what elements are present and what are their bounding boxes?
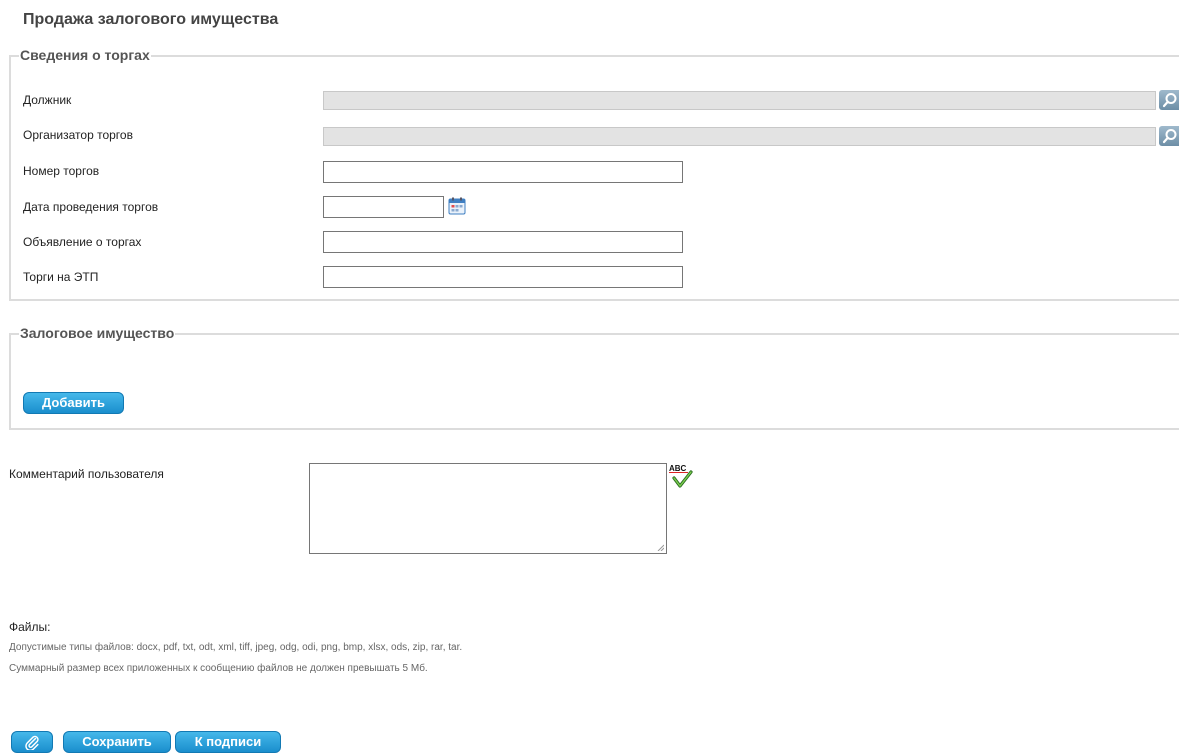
pledge-fieldset: Залоговое имущество — [9, 325, 1179, 430]
pledge-legend: Залоговое имущество — [19, 325, 176, 341]
debtor-search-button[interactable] — [1159, 90, 1179, 110]
debtor-label: Должник — [23, 93, 72, 107]
etp-input[interactable] — [323, 266, 683, 288]
save-button[interactable]: Сохранить — [63, 731, 171, 753]
auction-number-label: Номер торгов — [23, 164, 100, 178]
spellcheck-label: ABC — [669, 464, 687, 473]
announcement-label: Объявление о торгах — [23, 235, 142, 249]
file-size-limit: Суммарный размер всех приложенных к сооб… — [9, 663, 428, 674]
page-title: Продажа залогового имущества — [23, 11, 279, 28]
to-sign-button[interactable]: К подписи — [175, 731, 281, 753]
calendar-icon[interactable] — [448, 197, 466, 215]
attach-file-button[interactable] — [11, 731, 53, 753]
auction-date-label: Дата проведения торгов — [23, 200, 159, 214]
auction-number-input[interactable] — [323, 161, 683, 183]
etp-label: Торги на ЭТП — [23, 270, 99, 284]
search-icon — [1162, 129, 1177, 144]
debtor-field[interactable] — [323, 91, 1156, 110]
comment-textarea[interactable] — [309, 463, 667, 554]
paperclip-icon — [25, 735, 39, 752]
resize-grip-icon[interactable] — [657, 544, 664, 551]
search-icon — [1162, 93, 1177, 108]
allowed-file-types: Допустимые типы файлов: docx, pdf, txt, … — [9, 642, 463, 653]
auction-info-legend: Сведения о торгах — [19, 47, 151, 63]
organizer-label: Организатор торгов — [23, 128, 133, 142]
spellcheck-icon[interactable]: ABC — [668, 463, 694, 489]
comment-label: Комментарий пользователя — [9, 467, 164, 481]
files-title: Файлы: — [9, 620, 51, 634]
add-pledge-button[interactable]: Добавить — [23, 392, 124, 414]
organizer-search-button[interactable] — [1159, 126, 1179, 146]
organizer-field[interactable] — [323, 127, 1156, 146]
announcement-input[interactable] — [323, 231, 683, 253]
auction-date-input[interactable] — [323, 196, 444, 218]
